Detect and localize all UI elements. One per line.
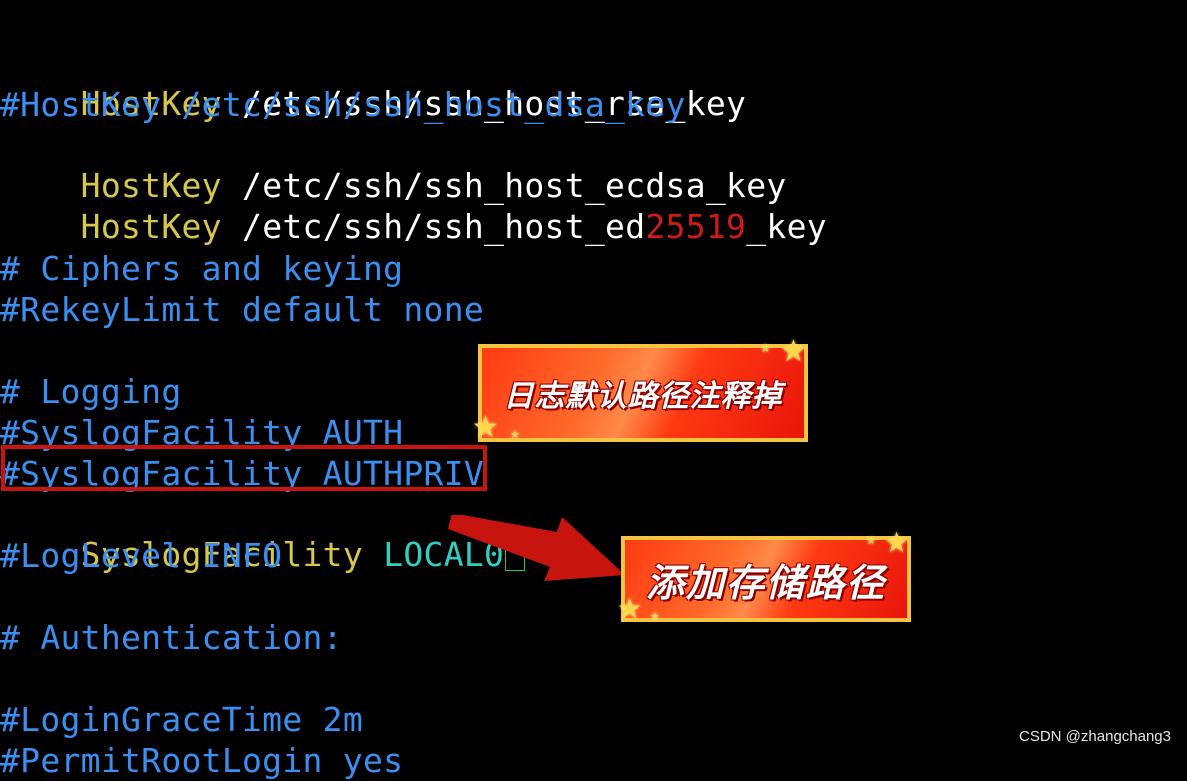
star-icon: ★ <box>617 592 643 625</box>
number-highlight: 25519 <box>645 207 747 246</box>
config-line-hostkey-ed25519: HostKey /etc/ssh/ssh_host_ed25519_key <box>0 167 827 246</box>
config-line-loglevel: #LogLevel INFO <box>0 536 283 575</box>
directive-value: /etc/ssh/ssh_host_ed <box>221 207 646 246</box>
star-icon: ★ <box>510 428 520 441</box>
directive-value-suffix: _key <box>746 207 827 246</box>
annotation-badge-comment-out: 日志默认路径注释掉 <box>478 344 808 442</box>
config-line-permitrootlogin: #PermitRootLogin yes <box>0 741 404 780</box>
star-icon: ★ <box>866 534 876 547</box>
comment-authentication: # Authentication: <box>0 618 343 657</box>
directive-keyword: HostKey <box>80 207 222 246</box>
config-line-hostkey-ecdsa: HostKey /etc/ssh/ssh_host_ecdsa_key <box>0 126 787 205</box>
annotation-badge-add-path: 添加存储路径 <box>621 536 911 622</box>
config-line-rekeylimit: #RekeyLimit default none <box>0 290 485 329</box>
highlight-box-authpriv <box>1 445 487 491</box>
arrow-icon <box>448 515 625 581</box>
star-icon: ★ <box>650 610 660 623</box>
config-line-logingracetime: #LoginGraceTime 2m <box>0 700 364 739</box>
watermark: CSDN @zhangchang3 <box>1019 728 1171 745</box>
star-icon: ★ <box>780 334 807 369</box>
config-line-hostkey-dsa-commented: #HostKey /etc/ssh/ssh_host_dsa_key <box>0 85 686 124</box>
annotation-text: 日志默认路径注释掉 <box>503 379 783 414</box>
star-icon: ★ <box>472 410 499 445</box>
star-icon: ★ <box>760 341 771 355</box>
config-line-hostkey-rsa: HostKey /etc/ssh/ssh_host_rsa_key <box>0 44 746 123</box>
annotation-text: 添加存储路径 <box>645 560 886 605</box>
star-icon: ★ <box>884 526 910 559</box>
comment-ciphers: # Ciphers and keying <box>0 249 404 288</box>
comment-logging: # Logging <box>0 372 182 411</box>
